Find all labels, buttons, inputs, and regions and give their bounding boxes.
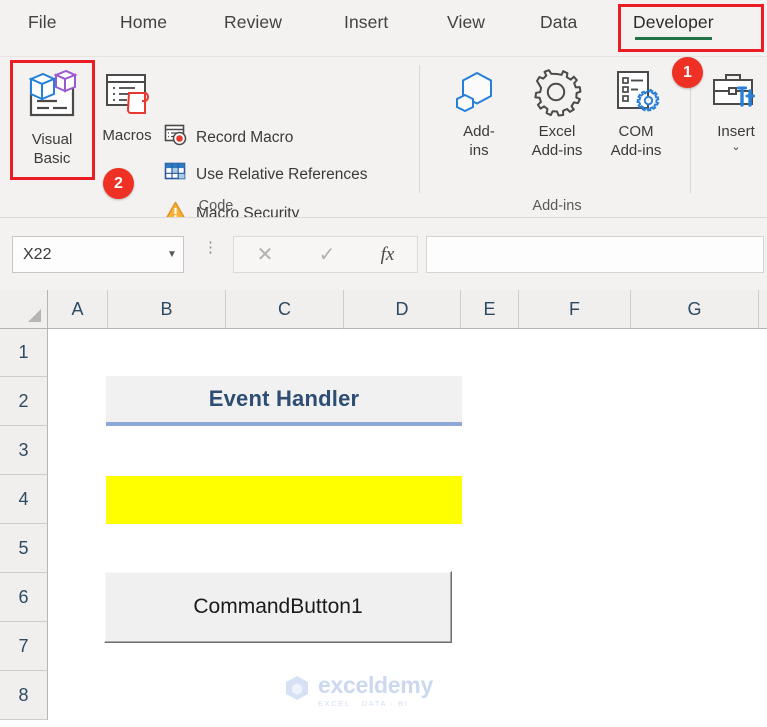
column-header-e[interactable]: E [461, 290, 519, 329]
column-header-b[interactable]: B [108, 290, 226, 329]
row-header-5[interactable]: 5 [0, 524, 48, 573]
record-macro-button[interactable]: Record Macro [164, 123, 293, 152]
row-header-6[interactable]: 6 [0, 573, 48, 622]
visual-basic-label: Visual Basic [31, 131, 73, 167]
cancel-icon[interactable]: ✕ [257, 242, 274, 267]
row-header-4[interactable]: 4 [0, 475, 48, 524]
use-relative-references-button[interactable]: Use Relative References [164, 161, 367, 188]
visual-basic-button[interactable]: Visual Basic [14, 67, 90, 168]
name-box[interactable]: X22 ▼ [12, 236, 184, 273]
name-box-dropdown-icon[interactable]: ▼ [161, 249, 183, 260]
record-macro-icon [164, 123, 188, 152]
insert-function-icon[interactable]: fx [381, 244, 395, 266]
formula-bar-grip[interactable]: ⋮ [203, 240, 218, 255]
tab-developer-label: Developer [633, 12, 714, 32]
annotation-badge-2: 2 [103, 168, 134, 199]
column-header-d[interactable]: D [344, 290, 461, 329]
group-label-code: Code [198, 198, 234, 214]
ribbon-separator-1 [419, 65, 420, 193]
name-box-value: X22 [23, 245, 52, 263]
com-addins-button[interactable]: COM Add-ins [600, 69, 672, 160]
macros-icon [101, 69, 153, 126]
ribbon-tab-bar: File Home Review Insert View Data Develo… [0, 0, 767, 56]
row-header-3[interactable]: 3 [0, 426, 48, 475]
excel-addins-button[interactable]: Excel Add-ins [521, 69, 593, 160]
insert-controls-button[interactable]: Insert ⌄ [705, 69, 767, 153]
insert-controls-icon [710, 69, 762, 122]
chevron-down-icon[interactable]: ⌄ [731, 142, 740, 153]
tab-view[interactable]: View [447, 12, 485, 33]
annotation-badge-1: 1 [672, 57, 703, 88]
event-handler-title-cell[interactable]: Event Handler [106, 376, 462, 426]
yellow-output-cell[interactable] [106, 476, 462, 524]
relative-references-icon [164, 161, 188, 188]
column-header-g[interactable]: G [631, 290, 759, 329]
com-addins-label: COM Add-ins [610, 123, 662, 159]
active-tab-indicator [635, 37, 712, 40]
row-header-7[interactable]: 7 [0, 622, 48, 671]
visual-basic-icon [23, 67, 81, 130]
command-button-1-label: CommandButton1 [193, 595, 363, 618]
com-addins-icon [610, 69, 662, 122]
group-label-addins: Add-ins [532, 198, 582, 214]
insert-controls-label: Insert [717, 123, 755, 140]
column-header-f[interactable]: F [519, 290, 631, 329]
addins-label: Add- ins [463, 123, 495, 159]
excel-addins-icon [531, 69, 583, 122]
excel-addins-label: Excel Add-ins [531, 123, 583, 159]
macros-label: Macros [102, 127, 152, 144]
addins-icon [453, 69, 505, 122]
bottom-spacer [0, 720, 767, 727]
column-header-c[interactable]: C [226, 290, 344, 329]
record-macro-label: Record Macro [196, 128, 294, 146]
tab-file[interactable]: File [28, 12, 57, 33]
tab-developer[interactable]: Developer [633, 12, 714, 40]
command-button-1[interactable]: CommandButton1 [104, 571, 452, 643]
row-header-8[interactable]: 8 [0, 671, 48, 720]
tab-review[interactable]: Review [224, 12, 282, 33]
macros-button[interactable]: Macros [94, 69, 160, 145]
row-header-1[interactable]: 1 [0, 329, 48, 377]
select-all-corner[interactable] [0, 290, 48, 329]
event-handler-title-text: Event Handler [208, 386, 360, 411]
formula-bar-buttons: ✕ ✓ fx [233, 236, 418, 273]
tab-data[interactable]: Data [540, 12, 577, 33]
row-header-2[interactable]: 2 [0, 377, 48, 426]
addins-button[interactable]: Add- ins [446, 69, 512, 160]
select-all-triangle-icon [28, 309, 41, 322]
column-header-h[interactable] [759, 290, 767, 329]
enter-icon[interactable]: ✓ [319, 242, 336, 267]
formula-input[interactable] [426, 236, 764, 273]
tab-home[interactable]: Home [120, 12, 167, 33]
column-header-a[interactable]: A [48, 290, 108, 329]
tab-insert[interactable]: Insert [344, 12, 388, 33]
worksheet-grid: A B C D E F G 1 2 3 4 5 6 7 8 Event Hand… [0, 290, 767, 727]
use-relative-references-label: Use Relative References [196, 165, 368, 183]
